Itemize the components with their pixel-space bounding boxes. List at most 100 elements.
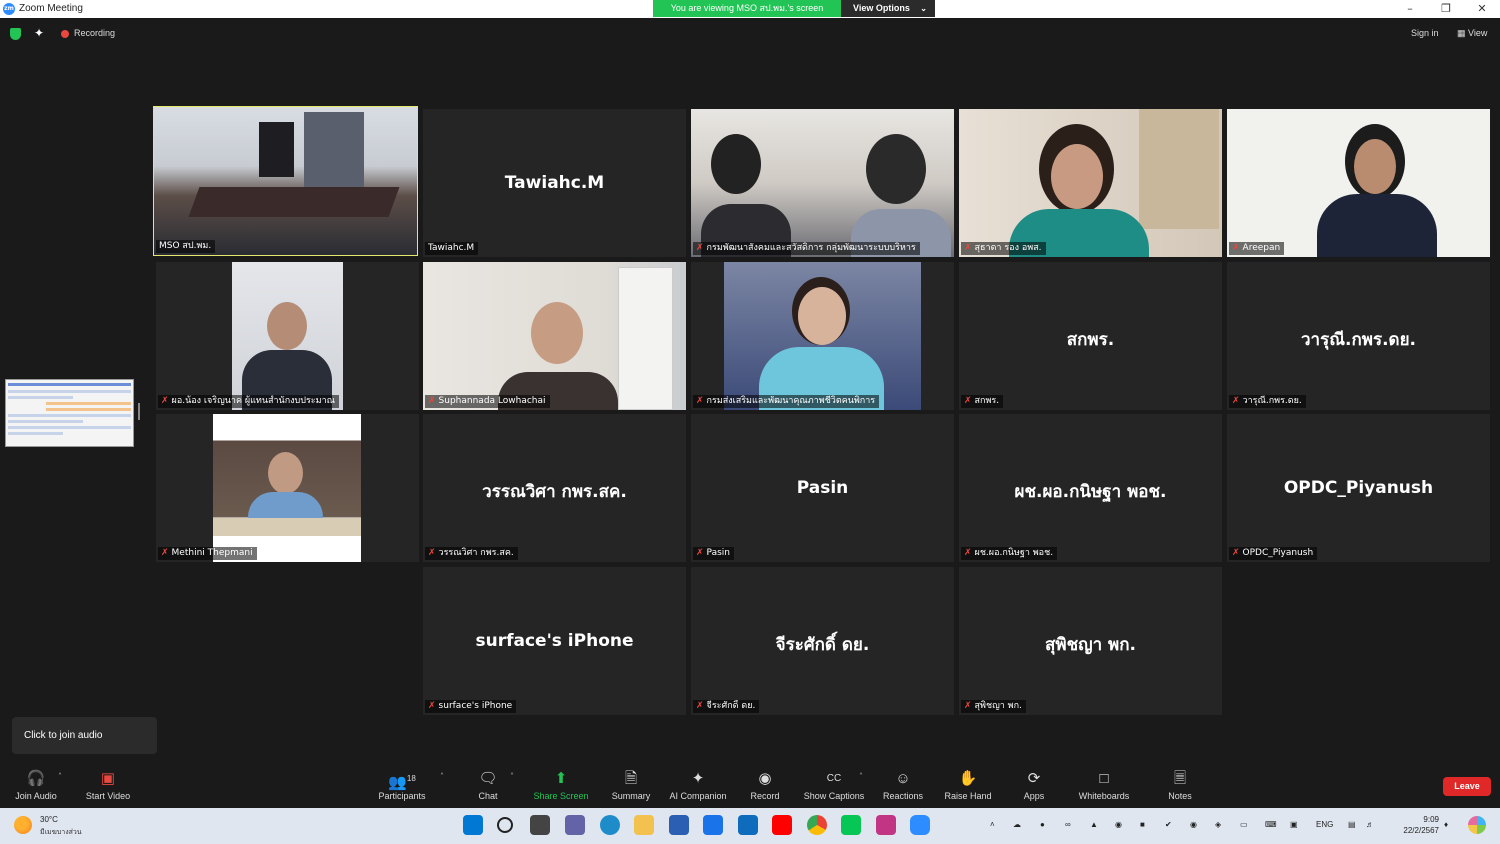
- participants-count: 18: [406, 774, 416, 783]
- wifi-icon[interactable]: ▤: [1348, 820, 1356, 829]
- audio-options-caret-icon[interactable]: ˄: [58, 772, 62, 781]
- tray-security-icon[interactable]: ●: [1040, 820, 1045, 829]
- whiteboard-icon: □: [1099, 770, 1109, 787]
- weather-description[interactable]: มีเมฆบางส่วน: [40, 827, 82, 838]
- tray-teams-icon[interactable]: ■: [1140, 820, 1145, 829]
- show-captions-button[interactable]: CC Show Captions: [801, 770, 867, 806]
- tray-usb-icon[interactable]: ▭: [1240, 820, 1248, 829]
- view-options-button[interactable]: View Options ⌄: [841, 0, 935, 17]
- video-tile[interactable]: OPDC_Piyanush ✗ OPDC_Piyanush: [1227, 414, 1490, 562]
- video-tile[interactable]: ✗ Methini Thepmani: [156, 414, 419, 562]
- file-explorer-icon[interactable]: [634, 815, 654, 835]
- close-icon[interactable]: ✕: [1464, 0, 1500, 18]
- chat-button[interactable]: 🗨 Chat: [470, 770, 506, 806]
- summary-button[interactable]: 🗎 Summary: [606, 770, 656, 806]
- participant-name-label: ✗ ผช.ผอ.กนิษฐา พอช.: [961, 547, 1058, 560]
- restore-icon[interactable]: ❐: [1428, 0, 1464, 18]
- participants-options-caret-icon[interactable]: ˄: [440, 772, 444, 781]
- language-indicator[interactable]: ENG: [1316, 820, 1333, 829]
- mail-icon[interactable]: [738, 815, 758, 835]
- store-icon[interactable]: [669, 815, 689, 835]
- video-tile[interactable]: ✗ กรมพัฒนาสังคมและสวัสดิการ กลุ่มพัฒนาระบ…: [691, 109, 954, 257]
- shared-screen-thumbnail[interactable]: [5, 379, 134, 447]
- tray-display-icon[interactable]: ▣: [1290, 820, 1298, 829]
- video-tile[interactable]: Pasin ✗ Pasin: [691, 414, 954, 562]
- video-tile[interactable]: surface's iPhone ✗ surface's iPhone: [423, 567, 686, 715]
- video-tile[interactable]: ✗ ผอ.น้อง เจริญนาค ผู้แทนสำนักงบประมาณ: [156, 262, 419, 410]
- task-view-icon[interactable]: [530, 815, 550, 835]
- windows-start-icon[interactable]: [463, 815, 483, 835]
- zoom-taskbar-icon[interactable]: [910, 815, 930, 835]
- tray-shield-icon[interactable]: ▲: [1090, 820, 1098, 829]
- record-button[interactable]: ◉ Record: [745, 770, 785, 806]
- whiteboards-button[interactable]: □ Whiteboards: [1073, 770, 1135, 806]
- video-tile[interactable]: ✗ Areepan: [1227, 109, 1490, 257]
- weather-sun-icon[interactable]: [14, 816, 32, 834]
- tray-app-icon[interactable]: ◉: [1190, 820, 1197, 829]
- thumbnail-line: [8, 390, 131, 393]
- tray-onedrive-icon[interactable]: ☁: [1013, 820, 1021, 829]
- mcafee-icon[interactable]: [703, 815, 723, 835]
- notes-button[interactable]: 🗏 Notes: [1163, 770, 1197, 806]
- notification-bell-icon[interactable]: ♦: [1444, 820, 1448, 829]
- sparkle-icon: ✦: [691, 770, 705, 787]
- video-tile[interactable]: วารุณี.กพร.ดย. ✗ วารุณี.กพร.ดย.: [1227, 262, 1490, 410]
- taskbar-clock[interactable]: 9:09 22/2/2567: [1393, 814, 1439, 836]
- participants-button[interactable]: 👥18 Participants: [374, 770, 430, 806]
- participant-display-name: Tawiahc.M: [504, 173, 605, 193]
- video-tile[interactable]: ✗ สุธาดา รอง อพส.: [959, 109, 1222, 257]
- video-tile[interactable]: ผช.ผอ.กนิษฐา พอช. ✗ ผช.ผอ.กนิษฐา พอช.: [959, 414, 1222, 562]
- tray-network-icon[interactable]: ∞: [1065, 820, 1071, 829]
- teams-chat-icon[interactable]: [565, 815, 585, 835]
- tray-zoom-icon[interactable]: ◉: [1115, 820, 1122, 829]
- chat-options-caret-icon[interactable]: ˄: [510, 772, 514, 781]
- thumbnail-line: [46, 402, 131, 405]
- youtube-icon[interactable]: [772, 815, 792, 835]
- video-tile[interactable]: Tawiahc.M Tawiahc.M: [423, 109, 686, 257]
- participant-name-label: ✗ ผอ.น้อง เจริญนาค ผู้แทนสำนักงบประมาณ: [158, 395, 339, 408]
- recording-indicator[interactable]: Recording: [74, 28, 115, 38]
- raise-hand-button[interactable]: ✋ Raise Hand: [942, 770, 994, 806]
- volume-icon[interactable]: ♬: [1366, 820, 1374, 829]
- search-icon[interactable]: [497, 817, 513, 833]
- photos-icon[interactable]: [876, 815, 896, 835]
- participant-name-label: MSO สป.พม.: [156, 240, 216, 253]
- video-tile[interactable]: ✗ กรมส่งเสริมและพัฒนาคุณภาพชีวิตคนพิการ: [691, 262, 954, 410]
- video-tile[interactable]: สกพร. ✗ สกพร.: [959, 262, 1222, 410]
- person-head-shape: [866, 134, 926, 204]
- ai-companion-button[interactable]: ✦ AI Companion: [666, 770, 730, 806]
- encryption-shield-icon[interactable]: [10, 28, 21, 40]
- video-tile[interactable]: MSO สป.พม.: [153, 106, 418, 256]
- tray-bluetooth-icon[interactable]: ✔: [1165, 820, 1172, 829]
- copilot-icon[interactable]: [1468, 816, 1486, 834]
- start-video-button[interactable]: ▣ Start Video: [82, 770, 134, 806]
- video-tile[interactable]: จีระศักดิ์ ดย. ✗ จีระศักดิ์ ดย.: [691, 567, 954, 715]
- join-audio-button[interactable]: 🎧 Join Audio: [10, 770, 62, 806]
- reactions-button[interactable]: ☺ Reactions: [879, 770, 927, 806]
- view-layout-label: View: [1468, 28, 1488, 38]
- muted-mic-icon: ✗: [696, 701, 704, 711]
- participant-name-label: ✗ วารุณี.กพร.ดย.: [1229, 395, 1306, 408]
- tray-keyboard-icon[interactable]: ⌨: [1265, 820, 1277, 829]
- thumbnail-line: [46, 408, 131, 411]
- edge-browser-icon[interactable]: [600, 815, 620, 835]
- share-screen-button[interactable]: ⬆ Share Screen: [531, 770, 591, 806]
- view-layout-button[interactable]: ▦ View: [1457, 28, 1487, 39]
- ai-companion-sparkle-icon[interactable]: ✦: [34, 26, 44, 40]
- video-tile[interactable]: วรรณวิศา กพร.สค. ✗ วรรณวิศา กพร.สค.: [423, 414, 686, 562]
- tray-defender-icon[interactable]: ◈: [1215, 820, 1221, 829]
- minimize-icon[interactable]: –: [1392, 0, 1428, 18]
- thumbnail-resize-handle[interactable]: [138, 403, 140, 420]
- captions-options-caret-icon[interactable]: ˄: [859, 772, 863, 781]
- share-screen-icon: ⬆: [554, 770, 568, 787]
- leave-button[interactable]: Leave: [1443, 777, 1491, 796]
- video-tile[interactable]: ✗ Suphannada Lowhachai: [423, 262, 686, 410]
- apps-button[interactable]: ⟳ Apps: [1018, 770, 1050, 806]
- tray-overflow-icon[interactable]: ˄: [990, 820, 995, 829]
- sign-in-link[interactable]: Sign in: [1411, 28, 1439, 38]
- video-tile[interactable]: สุพิชญา พก. ✗ สุพิชญา พก.: [959, 567, 1222, 715]
- weather-temperature[interactable]: 30°C: [40, 815, 58, 824]
- line-icon[interactable]: [841, 815, 861, 835]
- chrome-icon[interactable]: [807, 815, 827, 835]
- join-audio-tooltip: Click to join audio: [12, 717, 157, 754]
